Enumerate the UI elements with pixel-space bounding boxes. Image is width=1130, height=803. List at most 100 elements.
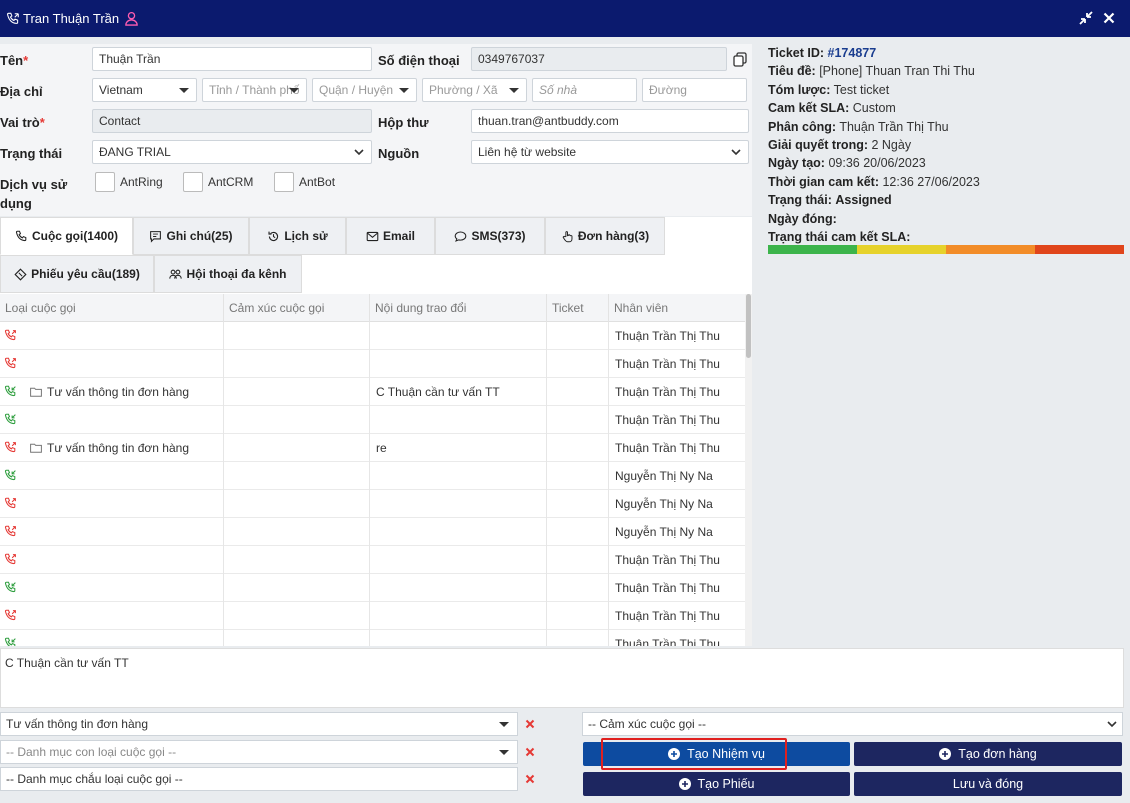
- table-row[interactable]: Thuận Trần Thị Thu: [0, 602, 745, 630]
- users-icon: [169, 269, 183, 279]
- table-row[interactable]: Tư vấn thông tin đơn hàng re Thuận Trần Th…: [0, 434, 745, 462]
- scrollbar-thumb[interactable]: [746, 294, 751, 358]
- tab-orders[interactable]: Đơn hàng(3): [545, 217, 665, 255]
- table-cell-type: [0, 574, 224, 602]
- ticket-icon: [14, 267, 27, 281]
- outgoing-call-icon: [4, 357, 16, 369]
- table-row[interactable]: Thuận Trần Thị Thu: [0, 406, 745, 434]
- service-checkbox-antcrm[interactable]: [183, 172, 203, 192]
- table-row[interactable]: Thuận Trần Thị Thu: [0, 546, 745, 574]
- table-cell-type: [0, 406, 224, 434]
- services-label-2: dụng: [0, 196, 32, 211]
- table-cell-type: [0, 630, 224, 646]
- copy-icon[interactable]: [730, 50, 750, 70]
- phone-label: Số điện thoại: [378, 53, 460, 68]
- table-cell-emotion: [224, 630, 370, 646]
- incoming-call-icon: [4, 581, 16, 593]
- table-cell-ticket: [547, 574, 609, 602]
- clear-call-subcategory-button[interactable]: [520, 740, 540, 764]
- tab-omnichannel[interactable]: Hội thoại đa kênh: [154, 255, 302, 293]
- district-select[interactable]: Quận / Huyện: [312, 78, 417, 102]
- name-input[interactable]: Thuận Trần: [92, 47, 372, 71]
- mailbox-input[interactable]: thuan.tran@antbuddy.com: [471, 109, 749, 133]
- column-header-agent[interactable]: Nhân viên: [609, 294, 745, 322]
- column-header-ticket[interactable]: Ticket: [547, 294, 609, 322]
- table-row[interactable]: Tư vấn thông tin đơn hàng C Thuận cần tư …: [0, 378, 745, 406]
- outgoing-call-icon: [4, 497, 16, 509]
- ward-select[interactable]: Phường / Xã: [422, 78, 527, 102]
- clear-call-category-button[interactable]: [520, 712, 540, 736]
- table-cell-ticket: [547, 490, 609, 518]
- tab-email[interactable]: Email: [346, 217, 435, 255]
- outgoing-call-icon: [4, 441, 16, 453]
- call-emotion-select[interactable]: -- Cảm xúc cuộc gọi --: [582, 712, 1123, 736]
- role-input[interactable]: Contact: [92, 109, 372, 133]
- ticket-id-link[interactable]: #174877: [828, 46, 877, 60]
- create-order-button[interactable]: Tạo đơn hàng: [854, 742, 1122, 766]
- service-label-antcrm: AntCRM: [208, 175, 254, 189]
- house-number-input[interactable]: Số nhà: [532, 78, 637, 102]
- table-cell-type: [0, 490, 224, 518]
- status-label: Trạng thái: [0, 146, 63, 161]
- status-select[interactable]: ĐANG TRIAL: [92, 140, 372, 164]
- compress-icon[interactable]: [1078, 10, 1094, 26]
- service-checkbox-antring[interactable]: [95, 172, 115, 192]
- call-subcategory-select[interactable]: -- Danh mục con loại cuộc gọi --: [0, 740, 518, 764]
- column-header-emotion[interactable]: Cảm xúc cuộc gọi: [224, 294, 370, 322]
- tab-history[interactable]: Lịch sử: [249, 217, 346, 255]
- table-cell-content: [370, 630, 547, 646]
- sla-segment: [768, 245, 857, 254]
- phone-icon: [15, 230, 27, 241]
- clear-call-grandchild-button[interactable]: [520, 767, 540, 791]
- table-row[interactable]: Thuận Trần Thị Thu: [0, 630, 745, 646]
- ticket-created-line: Ngày tạo: 09:36 20/06/2023: [768, 156, 926, 171]
- close-icon[interactable]: [1101, 10, 1117, 26]
- table-cell-ticket: [547, 434, 609, 462]
- incoming-call-icon: [4, 637, 16, 646]
- tab-notes[interactable]: Ghi chú(25): [133, 217, 249, 255]
- column-header-call-type[interactable]: Loại cuộc gọi: [0, 294, 224, 322]
- province-select[interactable]: Tỉnh / Thành phố: [202, 78, 307, 102]
- table-cell-emotion: [224, 518, 370, 546]
- save-and-close-button[interactable]: Lưu và đóng: [854, 772, 1122, 796]
- table-row[interactable]: Nguyễn Thị Ny Na: [0, 462, 745, 490]
- table-cell-emotion: [224, 462, 370, 490]
- call-notes-textarea[interactable]: C Thuận cần tư vấn TT: [0, 648, 1124, 708]
- table-scrollbar[interactable]: [745, 294, 752, 646]
- create-ticket-button[interactable]: Tạo Phiếu: [583, 772, 850, 796]
- ticket-sla-line: Cam kết SLA: Custom: [768, 101, 896, 116]
- mailbox-label: Hộp thư: [378, 115, 429, 130]
- service-label-antring: AntRing: [120, 175, 163, 189]
- source-select[interactable]: Liên hệ từ website: [471, 140, 749, 164]
- column-header-content[interactable]: Nội dung trao đổi: [370, 294, 547, 322]
- table-cell-agent: Nguyễn Thị Ny Na: [615, 469, 713, 483]
- window-titlebar: Tran Thuận Trần: [0, 0, 1130, 37]
- table-cell-content: [370, 546, 547, 574]
- table-row[interactable]: Thuận Trần Thị Thu: [0, 574, 745, 602]
- call-grandchild-select[interactable]: -- Danh mục chắu loại cuộc gọi --: [0, 767, 518, 791]
- user-icon[interactable]: [124, 11, 139, 26]
- table-row[interactable]: Thuận Trần Thị Thu: [0, 322, 745, 350]
- phone-icon: [7, 12, 19, 24]
- table-row[interactable]: Thuận Trần Thị Thu: [0, 350, 745, 378]
- outgoing-call-icon: [4, 525, 16, 537]
- table-cell-ticket: [547, 350, 609, 378]
- street-input[interactable]: Đường: [642, 78, 747, 102]
- table-cell-emotion: [224, 434, 370, 462]
- country-select[interactable]: Vietnam: [92, 78, 197, 102]
- service-checkbox-antbot[interactable]: [274, 172, 294, 192]
- tab-sms[interactable]: SMS(373): [435, 217, 545, 255]
- chevron-down-icon: [354, 149, 364, 156]
- table-row[interactable]: Nguyễn Thị Ny Na: [0, 518, 745, 546]
- tab-requests[interactable]: Phiếu yêu cầu(189): [0, 255, 154, 293]
- close-icon: [525, 747, 535, 757]
- tab-calls[interactable]: Cuộc gọi(1400): [0, 217, 133, 255]
- table-cell-emotion: [224, 574, 370, 602]
- table-cell-type: [0, 546, 224, 574]
- table-row[interactable]: Nguyễn Thị Ny Na: [0, 490, 745, 518]
- table-cell-content: re: [370, 434, 547, 462]
- table-cell-agent: Nguyễn Thị Ny Na: [615, 497, 713, 511]
- create-task-button[interactable]: Tạo Nhiệm vụ: [583, 742, 850, 766]
- call-category-select[interactable]: Tư vấn thông tin đơn hàng: [0, 712, 518, 736]
- phone-input[interactable]: 0349767037: [471, 47, 727, 71]
